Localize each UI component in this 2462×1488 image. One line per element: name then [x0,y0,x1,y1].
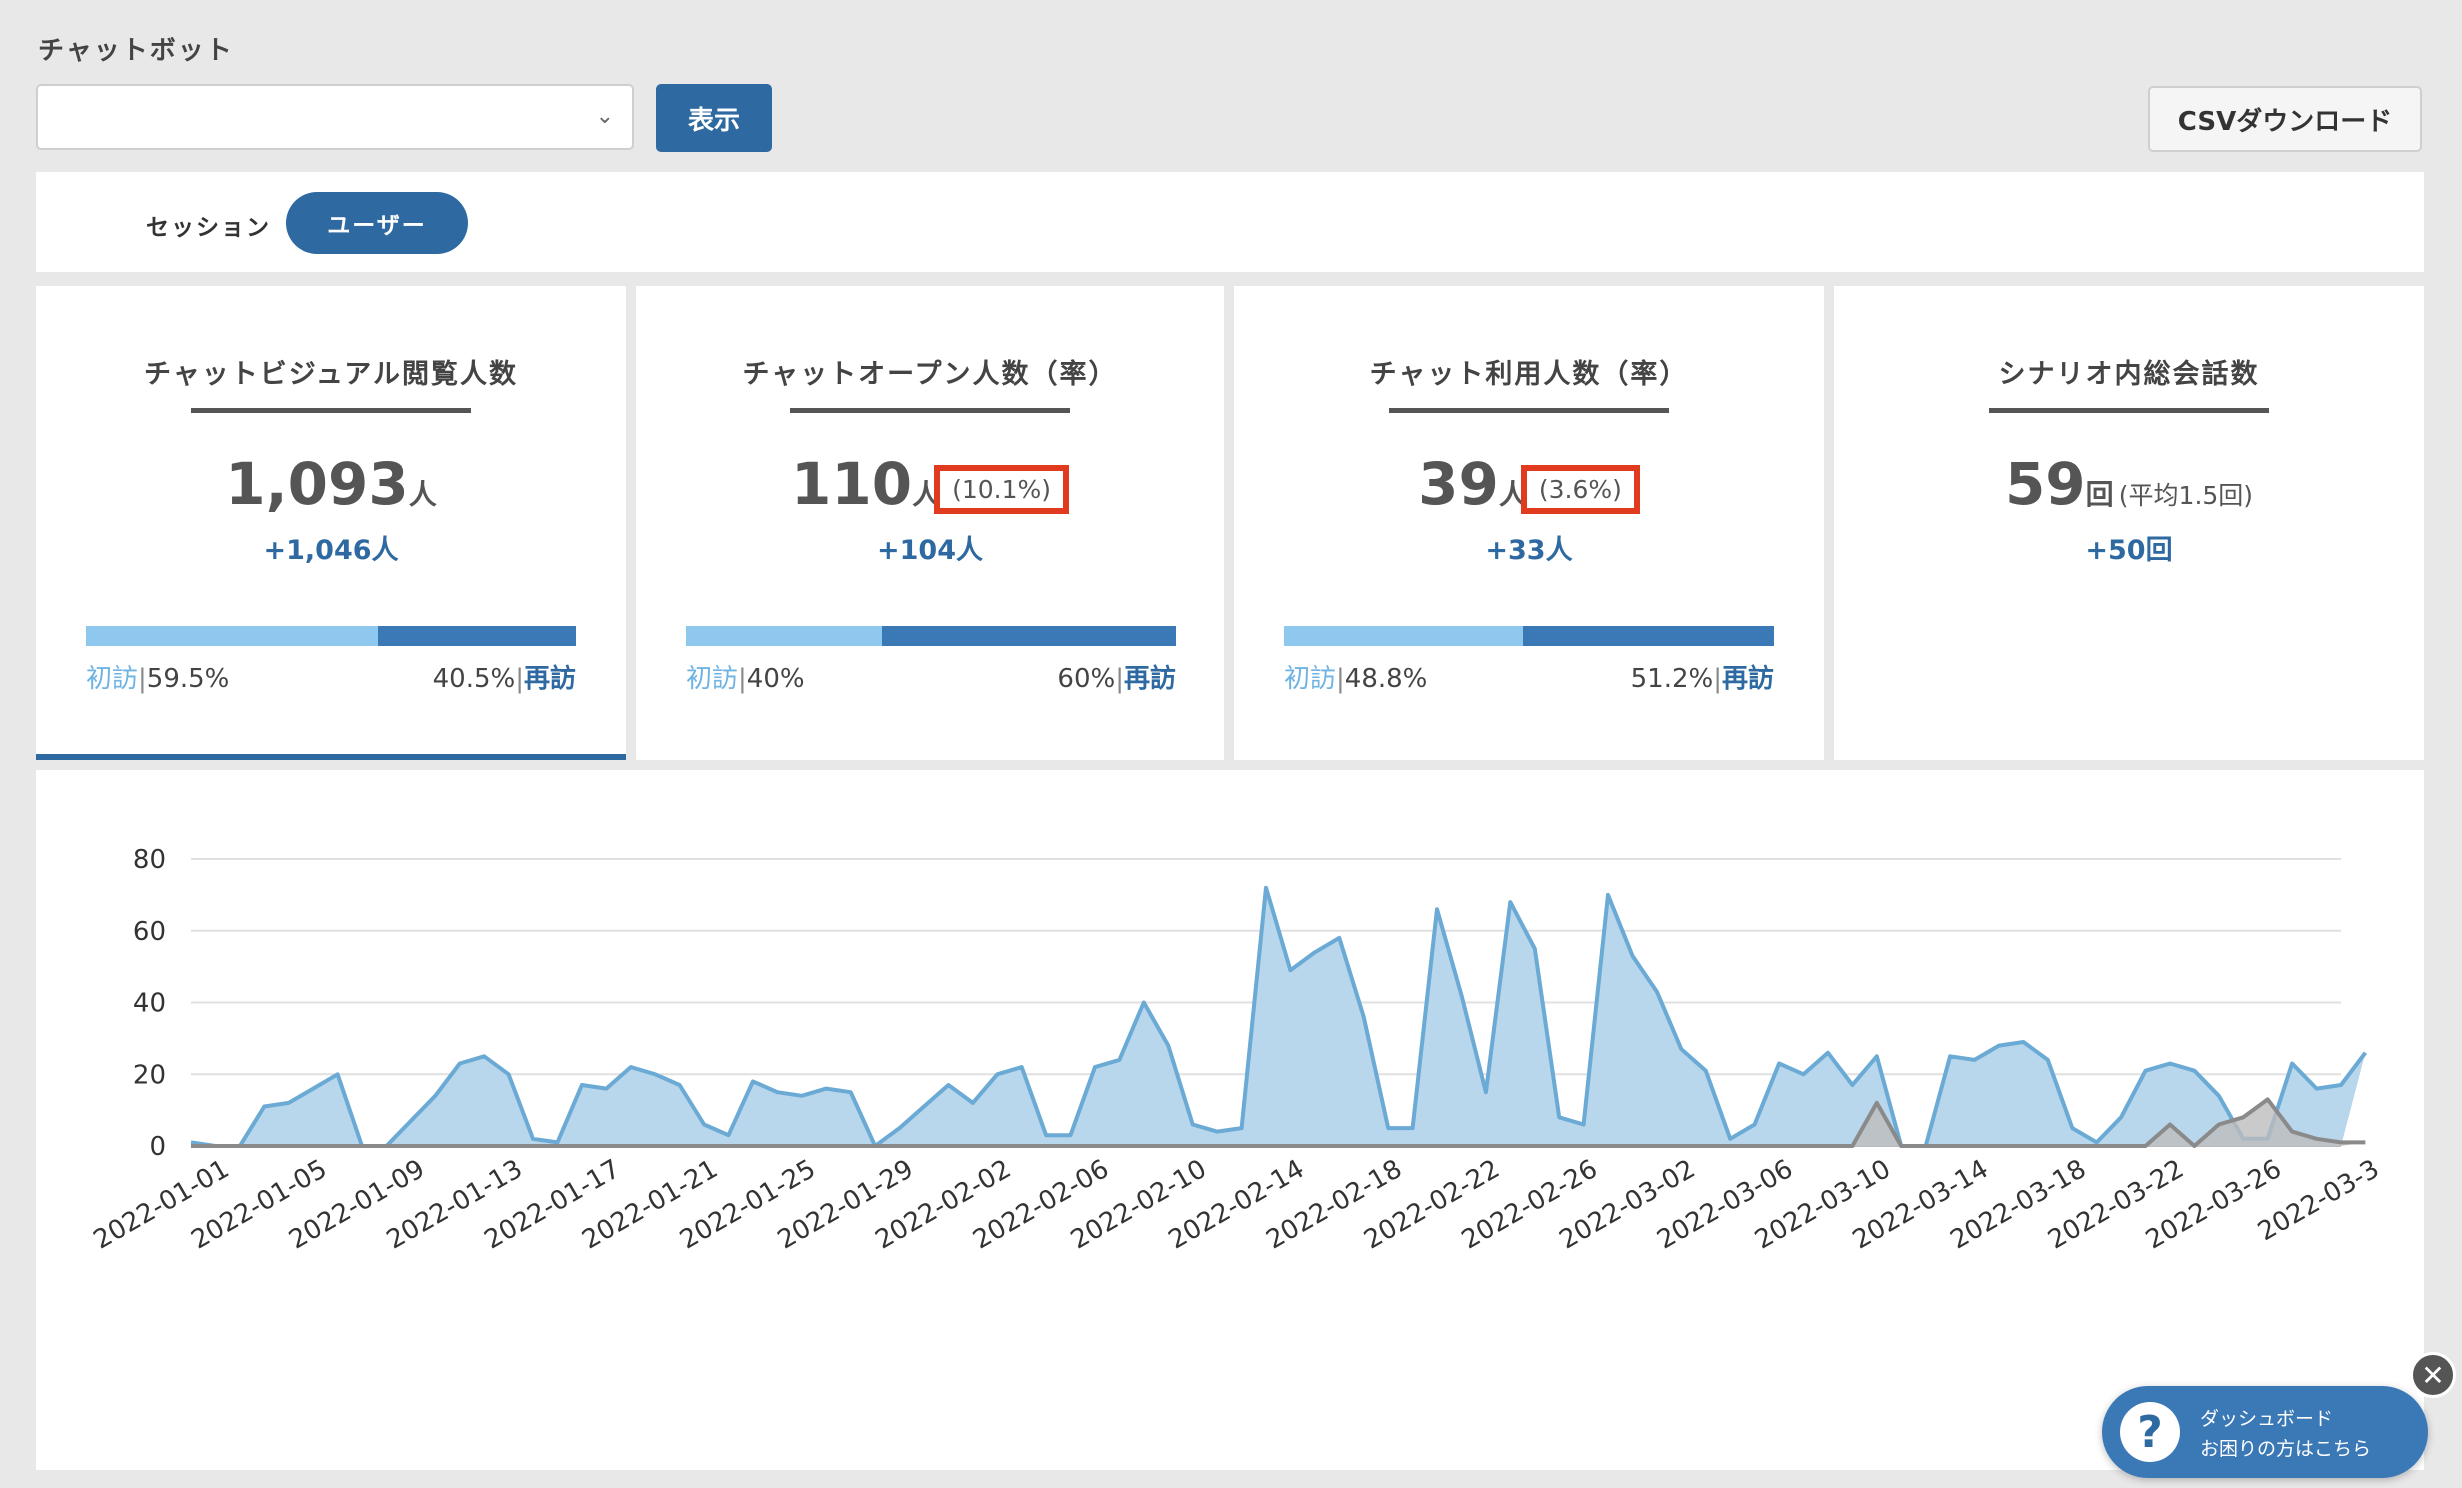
tab-user[interactable]: ユーザー [286,192,468,254]
metric-card-visual-viewers[interactable]: チャットビジュアル閲覧人数 1,093人 +1,046人 初訪|59.5% 40… [36,286,626,760]
chatbot-select[interactable]: ⌄ [36,84,634,150]
question-icon: ? [2120,1402,2180,1462]
help-subtitle: お困りの方はこちら [2200,1438,2372,1460]
csv-download-button[interactable]: CSVダウンロード [2148,86,2422,152]
card-value: 59 [2004,450,2086,518]
first-visit-text: 初訪 [1284,664,1337,694]
y-tick-label: 80 [133,845,166,875]
metric-card-scenario-conversations[interactable]: シナリオ内総会話数 59回 (平均1.5回) +50回 [1834,286,2424,760]
rate-highlight-box: (10.1%) [934,465,1070,514]
repeat-visit-pct: 40.5% [432,664,516,694]
tabs-bar: セッション ユーザー [36,172,2424,272]
y-tick-label: 60 [133,917,166,947]
card-title: チャット利用人数（率） [1369,359,1689,390]
repeat-visit-label: 40.5%|再訪 [432,664,576,694]
repeat-visit-segment [1523,626,1774,646]
card-value-row: 1,093人 [36,450,626,518]
card-delta: +104人 [877,535,983,566]
tab-session[interactable]: セッション [146,208,271,242]
card-active-indicator [36,754,626,760]
visit-ratio-bar [1284,626,1774,646]
card-unit: 人 [408,478,437,511]
card-title: シナリオ内総会話数 [1998,359,2260,390]
card-underline [1389,408,1669,413]
visit-ratio-bar [686,626,1176,646]
first-visit-segment [686,626,882,646]
repeat-visit-pct: 51.2% [1630,664,1714,694]
repeat-visit-pct: 60% [1057,664,1116,694]
chatbot-label: チャットボット [38,36,234,66]
help-widget[interactable]: ? ダッシュボード お困りの方はこちら [2102,1386,2428,1478]
card-underline [1989,408,2269,413]
card-delta: +50回 [2085,535,2173,566]
repeat-visit-label: 60%|再訪 [1057,664,1176,694]
y-tick-label: 40 [133,989,166,1019]
first-visit-pct: 59.5% [146,664,230,694]
first-visit-segment [1284,626,1524,646]
repeat-visit-text: 再訪 [523,664,576,694]
repeat-visit-segment [882,626,1176,646]
repeat-visit-segment [377,626,576,646]
card-rate: (3.6%) [1538,475,1622,504]
metric-card-chat-open[interactable]: チャットオープン人数（率） 110人 (10.1%) +104人 初訪|40% 6… [636,286,1224,760]
help-title: ダッシュボード [2200,1408,2334,1430]
chevron-down-icon: ⌄ [595,104,614,129]
first-visit-segment [86,626,378,646]
card-underline [191,408,471,413]
card-value: 110 [790,450,913,518]
card-delta: +33人 [1485,535,1573,566]
card-value-row: 39人 (3.6%) [1234,450,1824,518]
repeat-visit-label: 51.2%|再訪 [1630,664,1774,694]
card-value-row: 59回 (平均1.5回) [1834,450,2424,518]
card-value-row: 110人 (10.1%) [636,450,1224,518]
rate-highlight-box: (3.6%) [1520,465,1640,514]
card-value: 1,093 [225,450,409,518]
metric-card-chat-usage[interactable]: チャット利用人数（率） 39人 (3.6%) +33人 初訪|48.8% 51.2… [1234,286,1824,760]
first-visit-text: 初訪 [86,664,139,694]
card-underline [790,408,1070,413]
card-average: (平均1.5回) [2118,481,2254,510]
card-rate: (10.1%) [952,475,1052,504]
card-title: チャットオープン人数（率） [742,359,1118,390]
first-visit-label: 初訪|59.5% [86,664,230,694]
y-tick-label: 20 [133,1060,166,1090]
card-delta: +1,046人 [263,535,399,566]
first-visit-label: 初訪|48.8% [1284,664,1428,694]
y-tick-label: 0 [149,1132,166,1162]
card-unit: 回 [2085,478,2114,511]
close-icon[interactable]: ✕ [2410,1352,2456,1398]
daily-users-area-chart: 0204060802022-01-012022-01-052022-01-092… [89,845,2385,1256]
show-button[interactable]: 表示 [656,84,772,152]
repeat-visit-text: 再訪 [1721,664,1774,694]
first-visit-text: 初訪 [686,664,739,694]
first-visit-label: 初訪|40% [686,664,805,694]
chart-panel: 0 20 40 60 80 2022-01-01 2022-01-05 2022-01-09 2… [36,770,2424,1470]
repeat-visit-text: 再訪 [1123,664,1176,694]
first-visit-pct: 48.8% [1344,664,1428,694]
first-visit-pct: 40% [746,664,805,694]
card-title: チャットビジュアル閲覧人数 [143,359,519,390]
card-value: 39 [1418,450,1499,518]
visit-ratio-bar [86,626,576,646]
